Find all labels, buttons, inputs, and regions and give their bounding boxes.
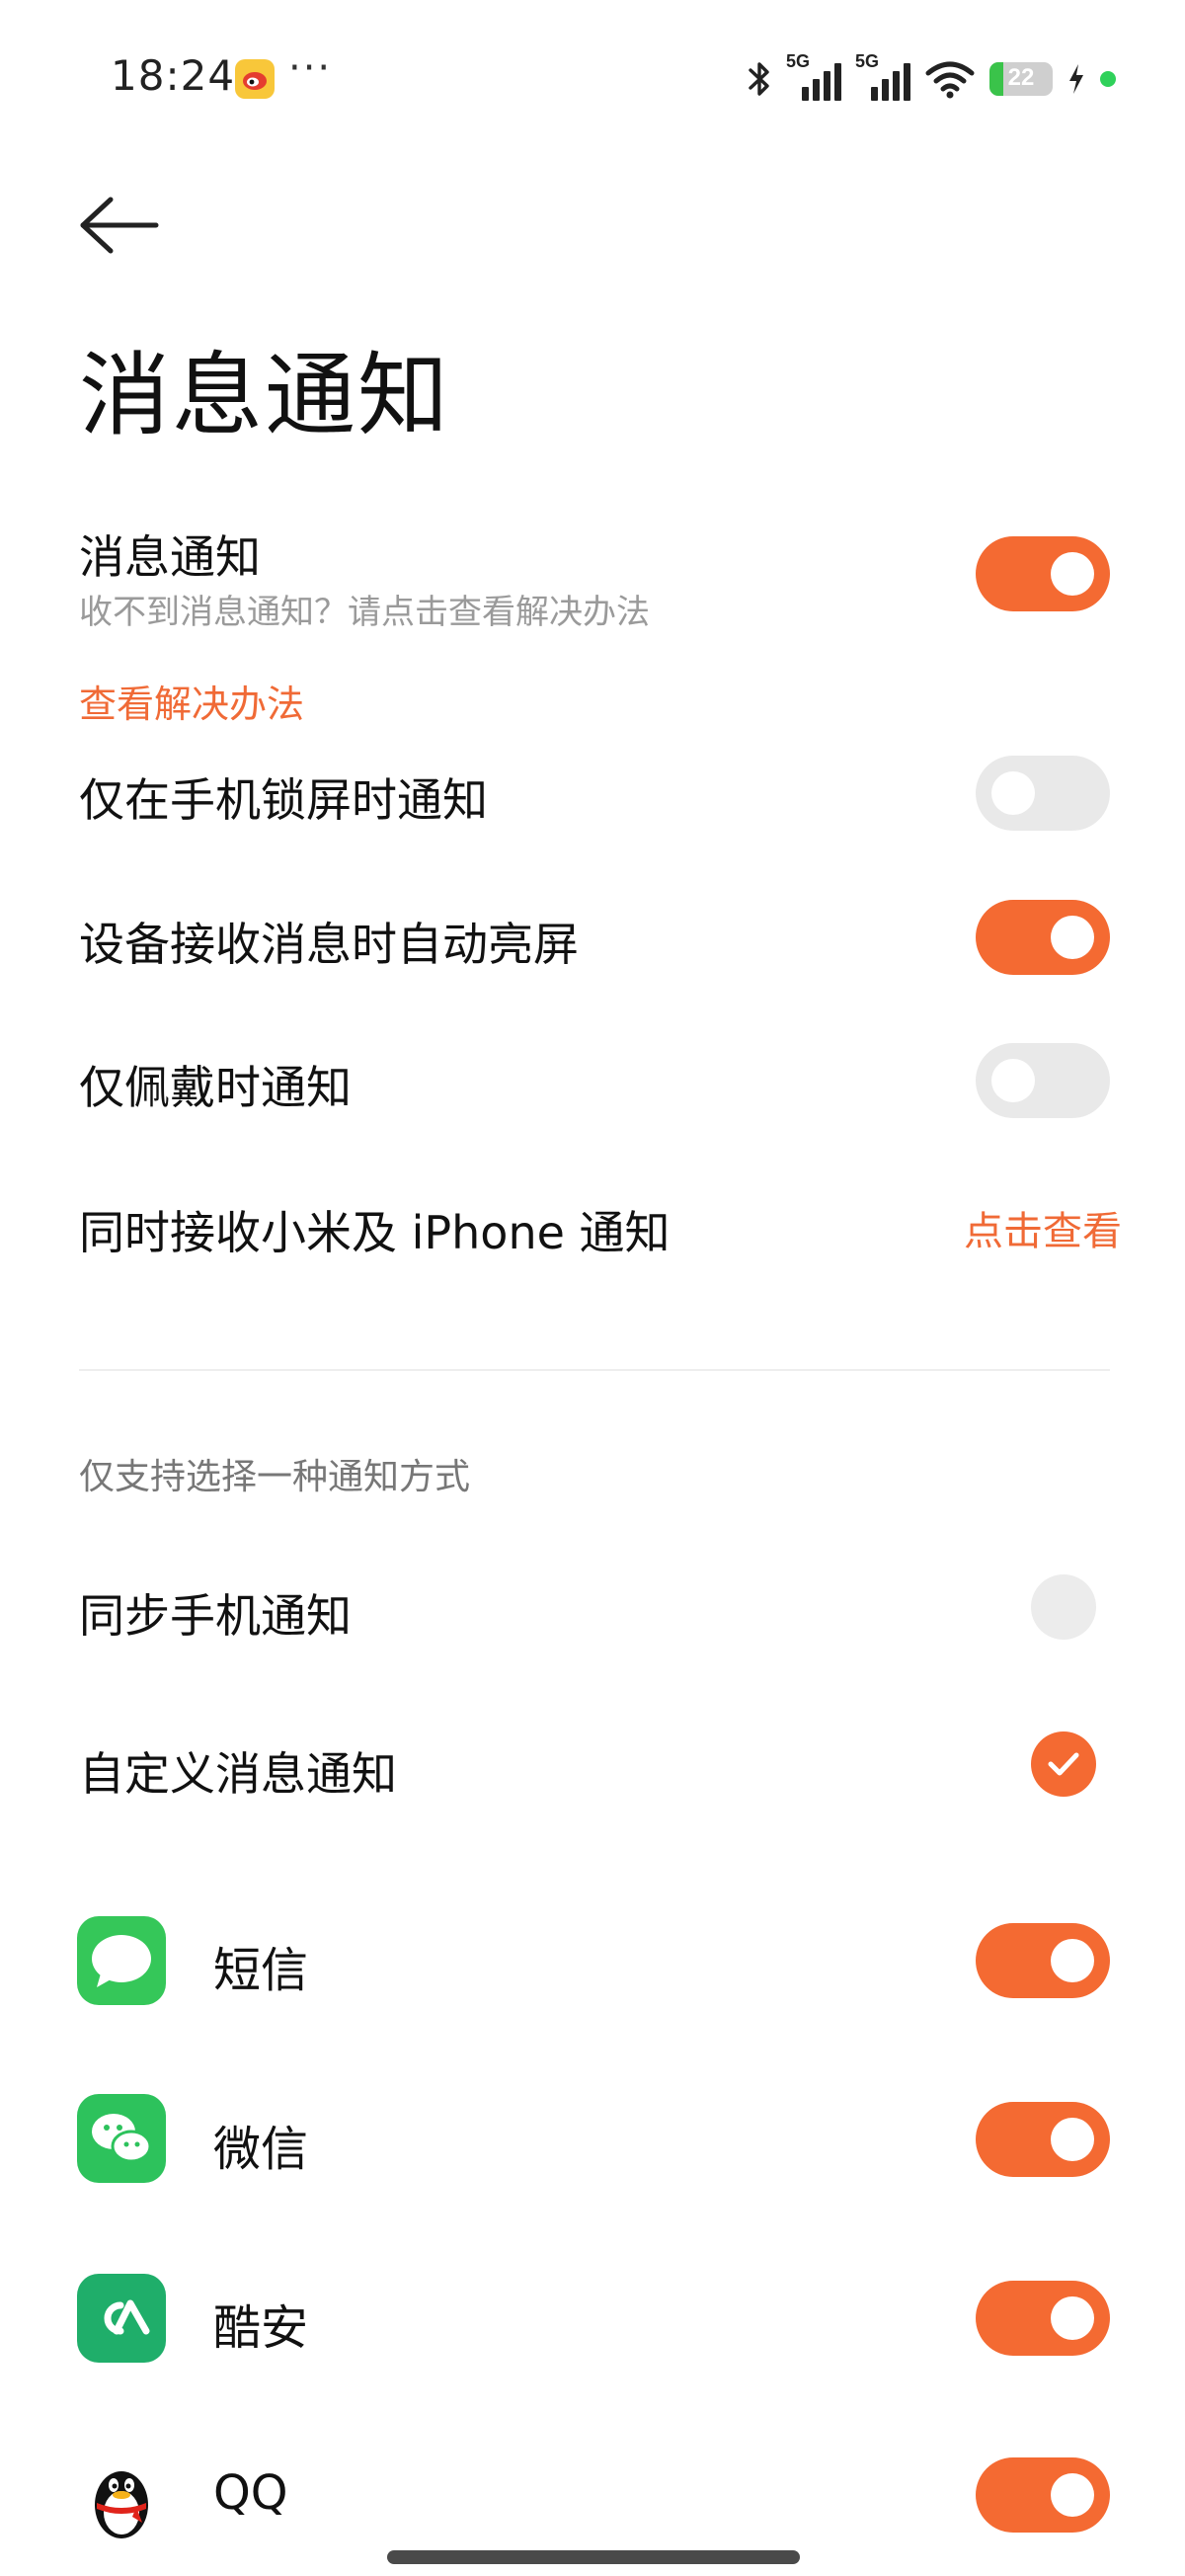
section-divider — [79, 1369, 1110, 1371]
toggle-knob — [991, 771, 1035, 815]
app-label-wechat: 微信 — [213, 2122, 309, 2177]
toggle-knob — [1051, 916, 1094, 959]
option-custom-radio[interactable] — [1031, 1731, 1096, 1797]
section-header: 仅支持选择一种通知方式 — [79, 1457, 471, 1497]
notify-row-subtitle: 收不到消息通知？请点击查看解决办法 — [79, 593, 650, 632]
home-indicator[interactable] — [387, 2550, 800, 2564]
network-type-1: 5G — [786, 51, 811, 71]
page-title: 消息通知 — [79, 343, 451, 448]
status-time: 18:24 — [111, 51, 236, 100]
battery-level: 22 — [1007, 64, 1035, 91]
coolapk-icon — [77, 2274, 166, 2363]
signal-icon-2: 5G — [855, 51, 910, 101]
toggle-knob — [1051, 1939, 1094, 1982]
notify-row-title: 消息通知 — [79, 530, 261, 584]
option-sync-label: 同步手机通知 — [79, 1589, 352, 1643]
status-icons: 5G 5G 22 — [747, 51, 1116, 105]
status-more-icon: ··· — [288, 45, 333, 91]
toggle-knob — [1051, 2118, 1094, 2161]
app-label-coolapk: 酷安 — [213, 2300, 309, 2356]
app-toggle-qq[interactable] — [976, 2457, 1110, 2533]
back-arrow-icon — [80, 197, 159, 254]
lock-only-toggle[interactable] — [976, 756, 1110, 831]
option-sync-radio[interactable] — [1031, 1574, 1096, 1640]
lock-only-row-title: 仅在手机锁屏时通知 — [79, 773, 488, 827]
app-label-qq: QQ — [213, 2465, 288, 2521]
wifi-icon — [925, 61, 975, 99]
wake-screen-toggle[interactable] — [976, 900, 1110, 975]
weibo-icon — [235, 59, 275, 99]
checkmark-icon — [1048, 1752, 1079, 1776]
solution-link[interactable]: 查看解决办法 — [79, 674, 304, 728]
wear-only-toggle[interactable] — [976, 1043, 1110, 1118]
messages-icon — [77, 1916, 166, 2005]
status-bar: 18:24 ··· 5G 5G 22 — [0, 0, 1185, 158]
charging-icon — [1069, 64, 1083, 94]
toggle-knob — [991, 1059, 1035, 1102]
notify-toggle[interactable] — [976, 536, 1110, 611]
battery-icon: 22 — [989, 62, 1053, 96]
toggle-knob — [1051, 2296, 1094, 2340]
view-link[interactable]: 点击查看 — [964, 1199, 1122, 1256]
network-type-2: 5G — [855, 51, 880, 71]
wear-only-row-title: 仅佩戴时通知 — [79, 1061, 352, 1114]
app-toggle-messages[interactable] — [976, 1923, 1110, 1998]
option-custom-label: 自定义消息通知 — [79, 1747, 397, 1801]
wake-screen-row-title: 设备接收消息时自动亮屏 — [79, 918, 579, 971]
app-toggle-wechat[interactable] — [976, 2102, 1110, 2177]
toggle-knob — [1051, 2473, 1094, 2517]
app-label-messages: 短信 — [213, 1943, 309, 1998]
toggle-knob — [1051, 552, 1094, 596]
app-toggle-coolapk[interactable] — [976, 2281, 1110, 2356]
dual-receive-row-title: 同时接收小米及 iPhone 通知 — [79, 1206, 671, 1259]
qq-penguin-icon — [77, 2450, 166, 2538]
bluetooth-icon — [749, 62, 769, 96]
signal-icon: 5G — [786, 51, 841, 101]
back-button[interactable] — [77, 194, 162, 257]
wechat-icon — [77, 2094, 166, 2183]
privacy-dot-icon — [1100, 71, 1116, 87]
